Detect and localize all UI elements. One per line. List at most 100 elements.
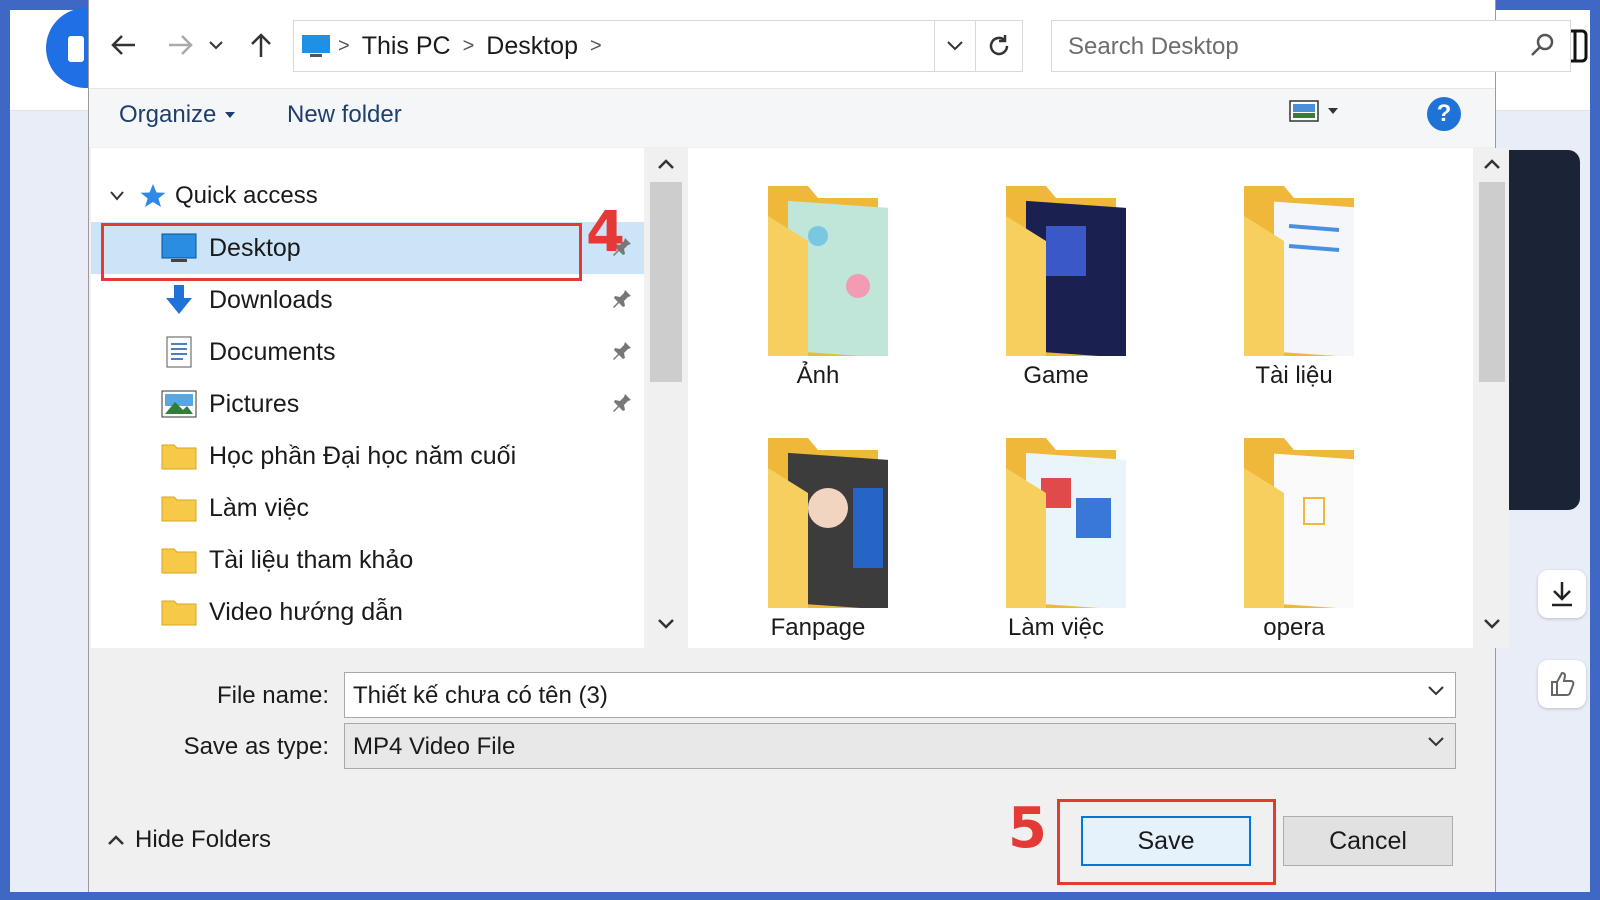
nav-item-folder[interactable]: Làm việc <box>91 482 644 534</box>
pin-icon[interactable] <box>611 340 633 362</box>
nav-item-pictures[interactable]: Pictures <box>91 378 644 430</box>
nav-item-label: Tài liệu tham khảo <box>209 546 414 574</box>
nav-item-folder[interactable]: Video hướng dẫn <box>91 586 644 638</box>
file-name-field[interactable]: Thiết kế chưa có tên (3) <box>344 672 1456 718</box>
folder-tile[interactable]: Fanpage <box>718 418 918 648</box>
address-bar[interactable]: > This PC > Desktop > <box>293 20 935 72</box>
quick-access-label: Quick access <box>175 182 318 209</box>
search-icon <box>1531 33 1554 56</box>
refresh-icon <box>989 35 1009 56</box>
scroll-up-icon[interactable] <box>657 158 675 170</box>
folder-tile[interactable]: Game <box>956 166 1156 396</box>
folder-icon <box>1006 438 1126 643</box>
recent-locations-button[interactable] <box>203 22 229 68</box>
folder-tile[interactable]: Tài liệu <box>1194 166 1394 396</box>
downloads-icon <box>166 285 192 314</box>
chevron-down-icon <box>1428 737 1444 747</box>
folder-label: Game <box>1023 362 1089 389</box>
file-list: Ảnh Game Tài liệu Fanpage Làm việc opera <box>688 148 1473 648</box>
view-options-button[interactable] <box>1289 99 1339 123</box>
this-pc-icon <box>302 35 330 57</box>
nav-item-folder[interactable]: Tài liệu tham khảo <box>91 534 644 586</box>
save-dialog: > This PC > Desktop > Organize New folde… <box>88 0 1571 892</box>
save-type-value: MP4 Video File <box>353 733 516 760</box>
file-list-scrollbar[interactable] <box>1475 148 1509 648</box>
scroll-thumb[interactable] <box>1479 182 1505 382</box>
search-box <box>1051 20 1571 72</box>
chevron-down-icon <box>209 41 223 50</box>
breadcrumb-separator: > <box>590 34 602 57</box>
nav-item-folder[interactable]: Học phần Đại học năm cuối <box>91 430 644 482</box>
search-input[interactable] <box>1066 31 1510 63</box>
refresh-button[interactable] <box>975 20 1023 72</box>
pin-icon[interactable] <box>611 392 633 414</box>
folder-label: Tài liệu <box>1255 362 1333 389</box>
caret-down-icon <box>1328 108 1338 114</box>
step-5-label: 5 <box>1008 796 1047 861</box>
chevron-down-icon <box>947 41 963 51</box>
folder-icon <box>1244 438 1354 643</box>
pictures-icon <box>161 390 197 418</box>
folder-icon <box>161 496 197 522</box>
star-icon <box>140 184 166 207</box>
forward-arrow-icon <box>169 35 193 55</box>
folder-icon <box>1006 186 1126 391</box>
nav-item-downloads[interactable]: Downloads <box>91 274 644 326</box>
organize-label: Organize <box>119 101 217 128</box>
command-bar: Organize New folder ? <box>89 89 1495 147</box>
back-button[interactable] <box>103 22 143 68</box>
folder-label: Làm việc <box>1007 614 1105 641</box>
highlight-save <box>1057 799 1276 885</box>
nav-item-documents[interactable]: Documents <box>91 326 644 378</box>
quick-access-node[interactable]: Quick access <box>109 176 318 216</box>
folder-icon <box>161 600 197 626</box>
folder-icon <box>1244 186 1354 391</box>
chevron-up-icon <box>108 835 124 845</box>
save-type-label: Save as type: <box>183 733 329 760</box>
address-dropdown-button[interactable] <box>935 20 976 72</box>
chevron-down-icon[interactable] <box>1427 685 1445 697</box>
scroll-up-icon[interactable] <box>1483 158 1501 170</box>
scroll-thumb[interactable] <box>650 182 682 382</box>
breadcrumb-separator: > <box>338 34 350 57</box>
nav-item-label: Làm việc <box>209 494 310 522</box>
caret-down-icon <box>225 112 236 118</box>
breadcrumb-desktop[interactable]: Desktop <box>486 32 578 61</box>
breadcrumb-this-pc[interactable]: This PC <box>362 32 451 61</box>
forward-button[interactable] <box>161 22 201 68</box>
scroll-down-icon[interactable] <box>657 618 675 630</box>
hide-folders-button[interactable]: Hide Folders <box>107 826 271 854</box>
organize-menu[interactable]: Organize <box>119 101 236 129</box>
folder-label: Ảnh <box>796 362 840 389</box>
nav-item-label: Documents <box>209 338 336 366</box>
navigation-scrollbar[interactable] <box>646 148 686 648</box>
folder-icon <box>768 186 888 391</box>
download-icon <box>1552 582 1572 607</box>
scroll-down-icon[interactable] <box>1483 618 1501 630</box>
folder-label: opera <box>1263 614 1325 641</box>
step-4-label: 4 <box>586 200 625 265</box>
nav-item-label: Video hướng dẫn <box>209 598 403 626</box>
download-button[interactable] <box>1538 570 1586 618</box>
chevron-down-icon <box>110 191 124 201</box>
help-icon[interactable]: ? <box>1427 97 1461 131</box>
folder-tile[interactable]: Làm việc <box>956 418 1156 648</box>
pin-icon[interactable] <box>611 288 633 310</box>
thumbs-up-icon <box>1551 671 1575 696</box>
folder-label: Fanpage <box>770 614 866 641</box>
new-folder-button[interactable]: New folder <box>287 101 402 129</box>
like-button[interactable] <box>1538 660 1586 708</box>
file-name-value[interactable]: Thiết kế chưa có tên (3) <box>353 682 608 710</box>
navigation-bar: > This PC > Desktop > <box>89 0 1571 89</box>
folder-icon <box>161 444 197 470</box>
folder-tile[interactable]: Ảnh <box>718 166 918 396</box>
save-type-select[interactable]: MP4 Video File <box>344 723 1456 769</box>
cancel-button[interactable]: Cancel <box>1283 816 1453 866</box>
folder-tile[interactable]: opera <box>1194 418 1394 648</box>
hide-folders-label: Hide Folders <box>135 826 272 853</box>
up-button[interactable] <box>241 22 281 68</box>
back-arrow-icon <box>111 35 135 55</box>
view-icon <box>1289 100 1319 122</box>
folder-icon <box>768 438 888 643</box>
breadcrumb-separator: > <box>462 34 475 57</box>
